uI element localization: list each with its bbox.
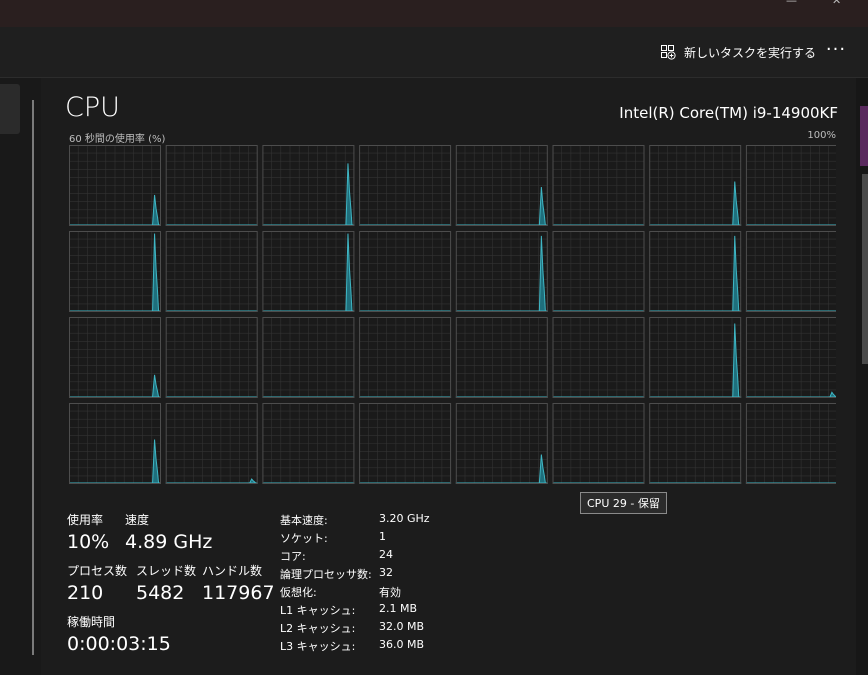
cpu-graph-18[interactable] <box>262 317 355 398</box>
spec-value: 32 <box>379 566 393 579</box>
spec-label: 仮想化: <box>280 586 317 599</box>
cpu-graph-15[interactable] <box>745 231 836 312</box>
cpu-graph-8[interactable] <box>69 231 161 312</box>
cpu-graph-1[interactable] <box>165 145 258 226</box>
cpu-graph-13[interactable] <box>552 231 645 312</box>
background-window-fragment <box>860 106 868 166</box>
spec-label: 基本速度: <box>280 514 328 527</box>
cpu-graph-20[interactable] <box>455 317 548 398</box>
stat-label: 使用率 <box>67 513 104 527</box>
stat-processes: プロセス数 210 <box>67 562 127 604</box>
spec-value: 36.0 MB <box>379 638 425 651</box>
cpu-graph-2[interactable] <box>262 145 355 226</box>
spec-label: L1 キャッシュ: <box>280 604 356 617</box>
title-bar: — ✕ <box>0 0 868 27</box>
logical-processor-graphs[interactable] <box>69 145 836 487</box>
stat-label: ハンドル数 <box>202 564 263 578</box>
cpu-graph-21[interactable] <box>552 317 645 398</box>
run-new-task-label: 新しいタスクを実行する <box>684 45 817 60</box>
spec-label: 論理プロセッサ数: <box>280 568 372 581</box>
close-icon[interactable]: ✕ <box>832 0 841 7</box>
usage-graph-label: 60 秒間の使用率 (%) <box>69 134 166 145</box>
spec-label: コア: <box>280 550 306 563</box>
cpu-graph-30[interactable] <box>649 403 742 484</box>
cpu-graph-29[interactable] <box>552 403 645 484</box>
cpu-graph-10[interactable] <box>262 231 355 312</box>
stat-speed: 速度 4.89 GHz <box>125 511 212 553</box>
minimize-icon[interactable]: — <box>786 0 797 7</box>
spec-label: L2 キャッシュ: <box>280 622 356 635</box>
stat-value: 4.89 GHz <box>125 531 213 553</box>
nav-sidebar <box>0 78 41 675</box>
cpu-graph-14[interactable] <box>649 231 742 312</box>
spec-label: L3 キャッシュ: <box>280 640 356 653</box>
spec-value: 3.20 GHz <box>379 512 430 525</box>
spec-value: 24 <box>379 548 393 561</box>
performance-list-scrollbar[interactable] <box>32 100 34 655</box>
cpu-graph-23[interactable] <box>745 317 836 398</box>
stat-uptime: 稼働時間 0:00:03:15 <box>67 613 171 655</box>
cpu-graph-0[interactable] <box>69 145 161 226</box>
cpu-graph-6[interactable] <box>649 145 742 226</box>
stat-handles: ハンドル数 117967 <box>202 562 275 604</box>
stat-label: スレッド数 <box>136 564 197 578</box>
cpu-graph-17[interactable] <box>165 317 258 398</box>
graph-max-label: 100% <box>807 130 836 141</box>
cpu-graph-7[interactable] <box>745 145 836 226</box>
cpu-graph-19[interactable] <box>359 317 452 398</box>
new-task-icon <box>661 45 676 60</box>
stat-utilization: 使用率 10% <box>67 511 109 553</box>
background-scroll-fragment <box>862 174 868 364</box>
stat-label: 稼働時間 <box>67 615 116 629</box>
cpu-graph-31[interactable] <box>745 403 836 484</box>
stat-value: 0:00:03:15 <box>67 633 171 655</box>
command-bar: 新しいタスクを実行する ··· <box>0 27 868 78</box>
cpu-graph-3[interactable] <box>359 145 452 226</box>
cpu-graph-grid <box>69 145 836 484</box>
stat-threads: スレッド数 5482 <box>136 562 196 604</box>
stat-value: 210 <box>67 582 104 604</box>
cpu-graph-22[interactable] <box>649 317 742 398</box>
cpu-graph-9[interactable] <box>165 231 258 312</box>
cpu-graph-27[interactable] <box>359 403 452 484</box>
right-edge-background <box>856 78 868 675</box>
spec-label: ソケット: <box>280 532 328 545</box>
spec-value: 1 <box>379 530 386 543</box>
cpu-graph-5[interactable] <box>552 145 645 226</box>
cpu-graph-4[interactable] <box>455 145 548 226</box>
stat-label: プロセス数 <box>67 564 128 578</box>
stat-value: 5482 <box>136 582 185 604</box>
cpu-graph-28[interactable] <box>455 403 548 484</box>
page-title: CPU <box>65 92 120 123</box>
cpu-model-name: Intel(R) Core(TM) i9-14900KF <box>619 104 838 122</box>
cpu-graph-25[interactable] <box>165 403 258 484</box>
cpu-graph-11[interactable] <box>359 231 452 312</box>
cpu-graph-16[interactable] <box>69 317 161 398</box>
spec-value: 32.0 MB <box>379 620 425 633</box>
cpu-performance-panel: CPU Intel(R) Core(TM) i9-14900KF 60 秒間の使… <box>41 78 856 675</box>
cpu-graph-12[interactable] <box>455 231 548 312</box>
stat-value: 117967 <box>202 582 275 604</box>
spec-value: 2.1 MB <box>379 602 418 615</box>
cpu-graph-24[interactable] <box>69 403 161 484</box>
stat-value: 10% <box>67 531 110 553</box>
stat-label: 速度 <box>125 513 150 527</box>
spec-value: 有効 <box>379 586 401 599</box>
cpu-graph-26[interactable] <box>262 403 355 484</box>
cpu-tooltip: CPU 29 - 保留 <box>580 492 667 514</box>
run-new-task-button[interactable]: 新しいタスクを実行する <box>660 41 816 63</box>
more-options-button[interactable]: ··· <box>824 39 848 63</box>
nav-selected-indicator[interactable] <box>0 84 20 134</box>
